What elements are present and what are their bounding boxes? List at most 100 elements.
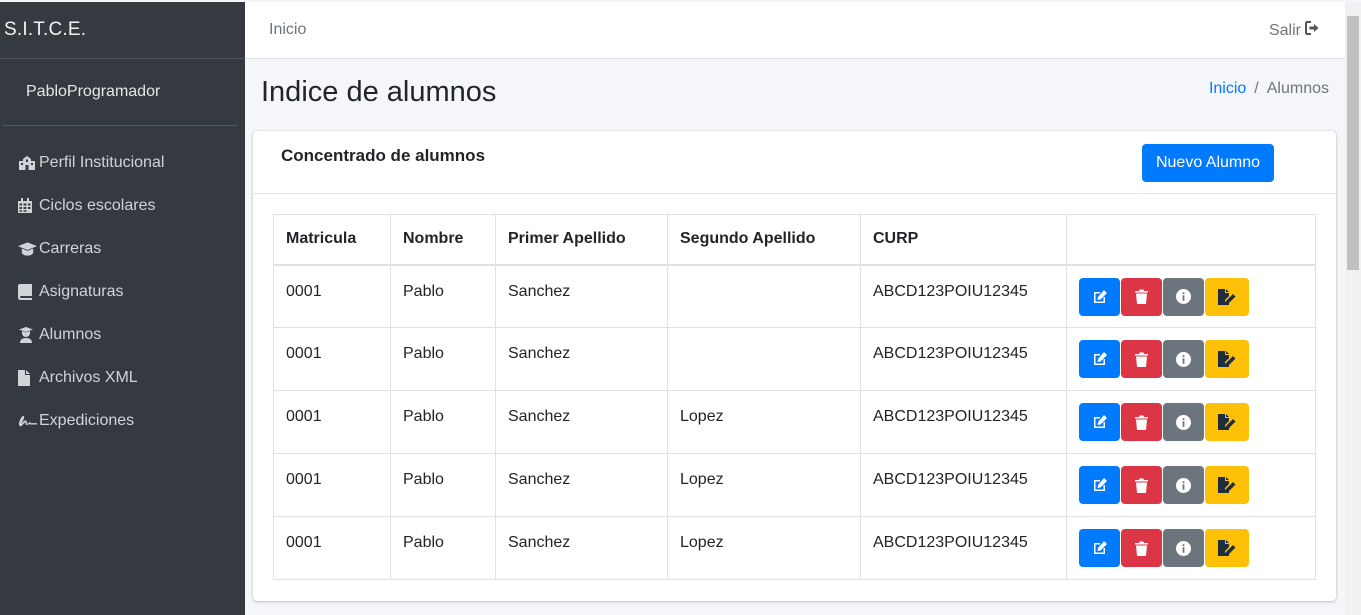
breadcrumb-home[interactable]: Inicio (1209, 80, 1246, 97)
row-actions (1066, 327, 1316, 391)
user-name: PabloProgramador (26, 83, 161, 100)
trash-icon (1135, 541, 1148, 556)
trash-icon (1135, 352, 1148, 367)
info-button[interactable] (1163, 277, 1204, 316)
sidebar-item-label: Archivos XML (39, 368, 138, 386)
logout-label: Salir (1268, 21, 1301, 39)
breadcrumb-separator: / (1254, 80, 1259, 97)
trash-icon (1135, 478, 1148, 493)
brand[interactable]: S.I.T.C.E. (0, 2, 245, 59)
edit-icon (1092, 289, 1108, 305)
cell-primer-apellido: Sanchez (495, 516, 668, 580)
sidebar: S.I.T.C.E. PabloProgramador Perfil Insti… (0, 2, 245, 615)
breadcrumb: Inicio / Alumnos (1209, 80, 1329, 98)
edit-button[interactable] (1079, 340, 1120, 378)
students-table: Matricula Nombre Primer Apellido Segundo… (273, 214, 1316, 580)
cell-nombre: Pablo (390, 327, 496, 391)
grades-button[interactable] (1205, 529, 1249, 567)
sidebar-item-asignaturas[interactable]: Asignaturas (0, 270, 245, 313)
sidebar-item-carreras[interactable]: Carreras (0, 227, 245, 270)
table-row: 0001 Pablo Sanchez ABCD123POIU12345 (273, 327, 1316, 391)
sidebar-item-label: Carreras (39, 239, 102, 257)
page-title: Indice de alumnos (261, 76, 497, 108)
file-signature-icon (1218, 288, 1236, 305)
table-header-row: Matricula Nombre Primer Apellido Segundo… (273, 214, 1316, 266)
cell-primer-apellido: Sanchez (495, 264, 668, 328)
info-button[interactable] (1163, 403, 1204, 441)
cell-curp: ABCD123POIU12345 (860, 264, 1067, 328)
grades-button[interactable] (1205, 466, 1249, 504)
page-scrollbar[interactable] (1345, 2, 1361, 615)
info-button[interactable] (1163, 340, 1204, 378)
edit-button[interactable] (1079, 466, 1120, 504)
file-signature-icon (1218, 351, 1236, 367)
row-actions (1066, 390, 1316, 454)
delete-button[interactable] (1121, 340, 1162, 378)
column-header-nombre: Nombre (390, 214, 496, 266)
sidebar-item-expediciones[interactable]: Expediciones (0, 399, 245, 442)
cell-segundo-apellido: Lopez (667, 390, 861, 454)
edit-button[interactable] (1079, 529, 1120, 567)
breadcrumb-current: Alumnos (1266, 80, 1329, 97)
school-icon (18, 155, 37, 171)
info-icon (1176, 351, 1191, 367)
delete-button[interactable] (1121, 277, 1162, 316)
info-button[interactable] (1163, 529, 1204, 567)
row-actions (1066, 264, 1316, 328)
cell-curp: ABCD123POIU12345 (860, 327, 1067, 391)
grades-button[interactable] (1205, 403, 1249, 441)
sidebar-item-ciclos-escolares[interactable]: Ciclos escolares (0, 184, 245, 227)
cell-segundo-apellido (667, 327, 861, 391)
nav-home-link[interactable]: Inicio (269, 21, 306, 39)
signature-icon (18, 413, 37, 429)
scrollbar-thumb[interactable] (1347, 16, 1359, 270)
grades-button[interactable] (1205, 340, 1249, 378)
cell-segundo-apellido (667, 264, 861, 328)
edit-button[interactable] (1079, 277, 1120, 316)
cell-matricula: 0001 (273, 327, 391, 391)
sidebar-item-label: Alumnos (39, 325, 102, 343)
top-navbar: Inicio Salir (245, 2, 1345, 59)
delete-button[interactable] (1121, 529, 1162, 567)
row-actions (1066, 516, 1316, 580)
cell-curp: ABCD123POIU12345 (860, 453, 1067, 517)
column-header-actions (1066, 214, 1316, 266)
sidebar-item-archivos-xml[interactable]: Archivos XML (0, 356, 245, 399)
trash-icon (1135, 289, 1148, 304)
sidebar-item-label: Asignaturas (39, 282, 124, 300)
delete-button[interactable] (1121, 403, 1162, 441)
cell-matricula: 0001 (273, 516, 391, 580)
sidebar-item-label: Perfil Institucional (39, 153, 165, 171)
info-icon (1176, 414, 1191, 430)
sidebar-nav: Perfil Institucional Ciclos escolares Ca… (0, 126, 245, 442)
user-panel[interactable]: PabloProgramador (3, 59, 237, 126)
students-card: Concentrado de alumnos Nuevo Alumno Matr… (253, 131, 1336, 601)
table-row: 0001 Pablo Sanchez Lopez ABCD123POIU12345 (273, 453, 1316, 517)
logout-link[interactable]: Salir (1269, 21, 1321, 40)
info-button[interactable] (1163, 466, 1204, 504)
sidebar-item-alumnos[interactable]: Alumnos (0, 313, 245, 356)
info-icon (1176, 289, 1191, 304)
new-student-button[interactable]: Nuevo Alumno (1142, 144, 1274, 182)
sidebar-item-perfil-institucional[interactable]: Perfil Institucional (0, 141, 245, 184)
sidebar-item-label: Ciclos escolares (39, 196, 156, 214)
file-signature-icon (1218, 414, 1236, 430)
info-icon (1176, 477, 1191, 493)
delete-button[interactable] (1121, 466, 1162, 504)
trash-icon (1135, 415, 1148, 430)
sidebar-item-label: Expediciones (39, 411, 135, 429)
cell-primer-apellido: Sanchez (495, 327, 668, 391)
cell-primer-apellido: Sanchez (495, 453, 668, 517)
edit-button[interactable] (1079, 403, 1120, 441)
cell-matricula: 0001 (273, 390, 391, 454)
info-icon (1176, 540, 1191, 556)
cell-nombre: Pablo (390, 453, 496, 517)
edit-icon (1092, 351, 1108, 367)
grades-button[interactable] (1205, 277, 1249, 316)
table-row: 0001 Pablo Sanchez Lopez ABCD123POIU12345 (273, 516, 1316, 580)
cell-segundo-apellido: Lopez (667, 516, 861, 580)
cell-matricula: 0001 (273, 453, 391, 517)
cell-curp: ABCD123POIU12345 (860, 390, 1067, 454)
cell-nombre: Pablo (390, 516, 496, 580)
edit-icon (1092, 540, 1108, 556)
